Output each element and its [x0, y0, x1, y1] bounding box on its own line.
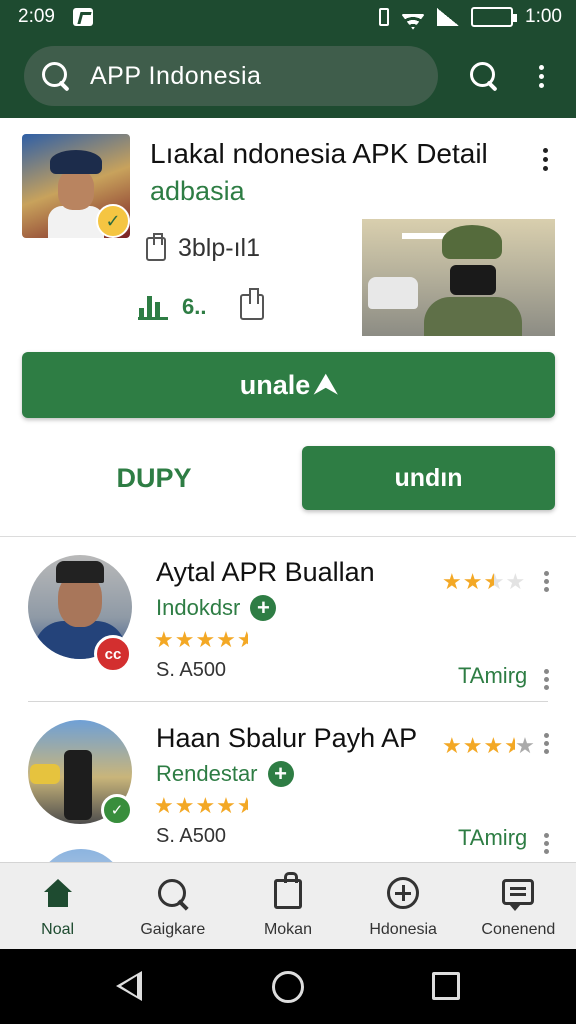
more-options-icon[interactable]	[544, 833, 550, 857]
home-button-icon[interactable]	[272, 971, 304, 1003]
vibrate-icon	[379, 8, 390, 26]
bag-icon	[273, 872, 302, 909]
app-size-row: 3blp-ıl1	[146, 232, 260, 263]
add-circle-icon	[387, 877, 420, 909]
arrow-up-icon: ⮝	[314, 369, 338, 399]
list-item-title: Haan Sbalur Payh AP	[156, 723, 418, 753]
nav-label: Gaigkare	[140, 921, 206, 938]
app-screenshot[interactable]	[362, 219, 555, 336]
more-options-icon[interactable]	[544, 733, 550, 757]
secondary-button[interactable]: undın	[302, 446, 555, 510]
rating-stars: ★★★★★	[154, 627, 248, 652]
search-query: APP Indonesia	[90, 61, 262, 90]
search-icon[interactable]	[468, 60, 500, 92]
divider	[28, 701, 548, 702]
car-shape	[368, 277, 418, 309]
status-bar: 2:09 1:00	[0, 0, 576, 34]
more-options-icon[interactable]	[544, 571, 550, 595]
status-time: 2:09	[18, 6, 55, 27]
app-detail-card: ✓ Lıakal ndonesia APK Detail adbasia 3bl…	[0, 118, 576, 536]
install-button[interactable]: unale ⮝	[22, 352, 555, 418]
list-item-tag[interactable]: TAmirg	[458, 663, 527, 689]
list-item-developer: Rendestar +	[156, 761, 294, 787]
nav-item-bag[interactable]: Mokan	[230, 863, 345, 950]
wifi-icon	[401, 8, 425, 26]
nav-item-chat[interactable]: Conenend	[461, 863, 576, 950]
battery-icon	[471, 7, 518, 27]
notification-app-icon	[72, 8, 93, 26]
list-item-developer: Indokdsr +	[156, 595, 277, 621]
app-stats-row: 6..	[138, 288, 265, 320]
package-icon	[146, 232, 166, 261]
share-icon[interactable]	[240, 288, 265, 320]
rating-count: 6..	[182, 294, 207, 319]
system-navigation-bar	[0, 949, 576, 1024]
category-badge-icon: cc	[94, 635, 132, 673]
app-title: Lıakal ndonesia APK Detail	[150, 138, 488, 169]
install-button-label: unale	[239, 369, 311, 400]
status-clock: 1:00	[525, 6, 562, 27]
nav-item-add[interactable]: Hdonesia	[346, 863, 461, 950]
list-item[interactable]: Haan Sbalur Payh AP Rendestar + ★★★★ ★ ★★…	[0, 703, 576, 862]
list-item[interactable]: Aytal APR Buallan Indokdsr + ★★★★★ ★★★★★…	[0, 537, 576, 699]
more-options-icon[interactable]	[543, 148, 549, 172]
search-input[interactable]: APP Indonesia	[24, 46, 438, 106]
bottom-navigation: Noal Gaigkare Mokan Hdonesia Conenend	[0, 862, 576, 949]
rating-stars: ★★★★★	[154, 793, 248, 818]
list-item-size: S. A500	[156, 659, 227, 681]
nav-label: Mokan	[263, 921, 312, 938]
more-options-icon[interactable]	[539, 65, 545, 89]
chat-icon	[502, 879, 535, 911]
add-icon[interactable]: +	[250, 595, 277, 621]
verified-badge-icon: ✓	[96, 204, 130, 238]
search-icon	[40, 60, 72, 92]
edit-badge-icon: ✓	[101, 794, 133, 826]
text-button[interactable]: DUPY	[22, 446, 286, 510]
app-list: Aytal APR Buallan Indokdsr + ★★★★★ ★★★★★…	[0, 536, 576, 862]
more-options-icon[interactable]	[544, 669, 550, 693]
nav-item-search[interactable]: Gaigkare	[115, 863, 230, 950]
app-developer[interactable]: adbasia	[150, 176, 245, 207]
nav-label: Hdonesia	[369, 921, 437, 938]
search-icon	[156, 877, 190, 911]
nav-label: Conenend	[481, 921, 556, 938]
list-item-size: S. A500	[156, 825, 227, 847]
nav-label: Noal	[41, 921, 75, 938]
home-icon	[41, 877, 75, 911]
list-item-tag[interactable]: TAmirg	[458, 825, 527, 851]
header-rating-stars: ★★★★★	[442, 733, 536, 758]
signal-icon	[437, 8, 460, 26]
header-rating-stars: ★★★★★	[442, 569, 527, 594]
back-icon[interactable]	[116, 971, 142, 1001]
list-item-title: Aytal APR Buallan	[156, 557, 375, 587]
app-bar: APP Indonesia	[0, 34, 576, 118]
app-thumbnail[interactable]: ✓	[22, 134, 130, 238]
chart-icon	[138, 294, 168, 320]
nav-item-home[interactable]: Noal	[0, 863, 115, 950]
masked-person-figure	[424, 225, 522, 336]
app-size: 3blp-ıl1	[178, 234, 260, 262]
recent-apps-icon[interactable]	[432, 972, 460, 1000]
add-icon[interactable]: +	[267, 761, 294, 787]
